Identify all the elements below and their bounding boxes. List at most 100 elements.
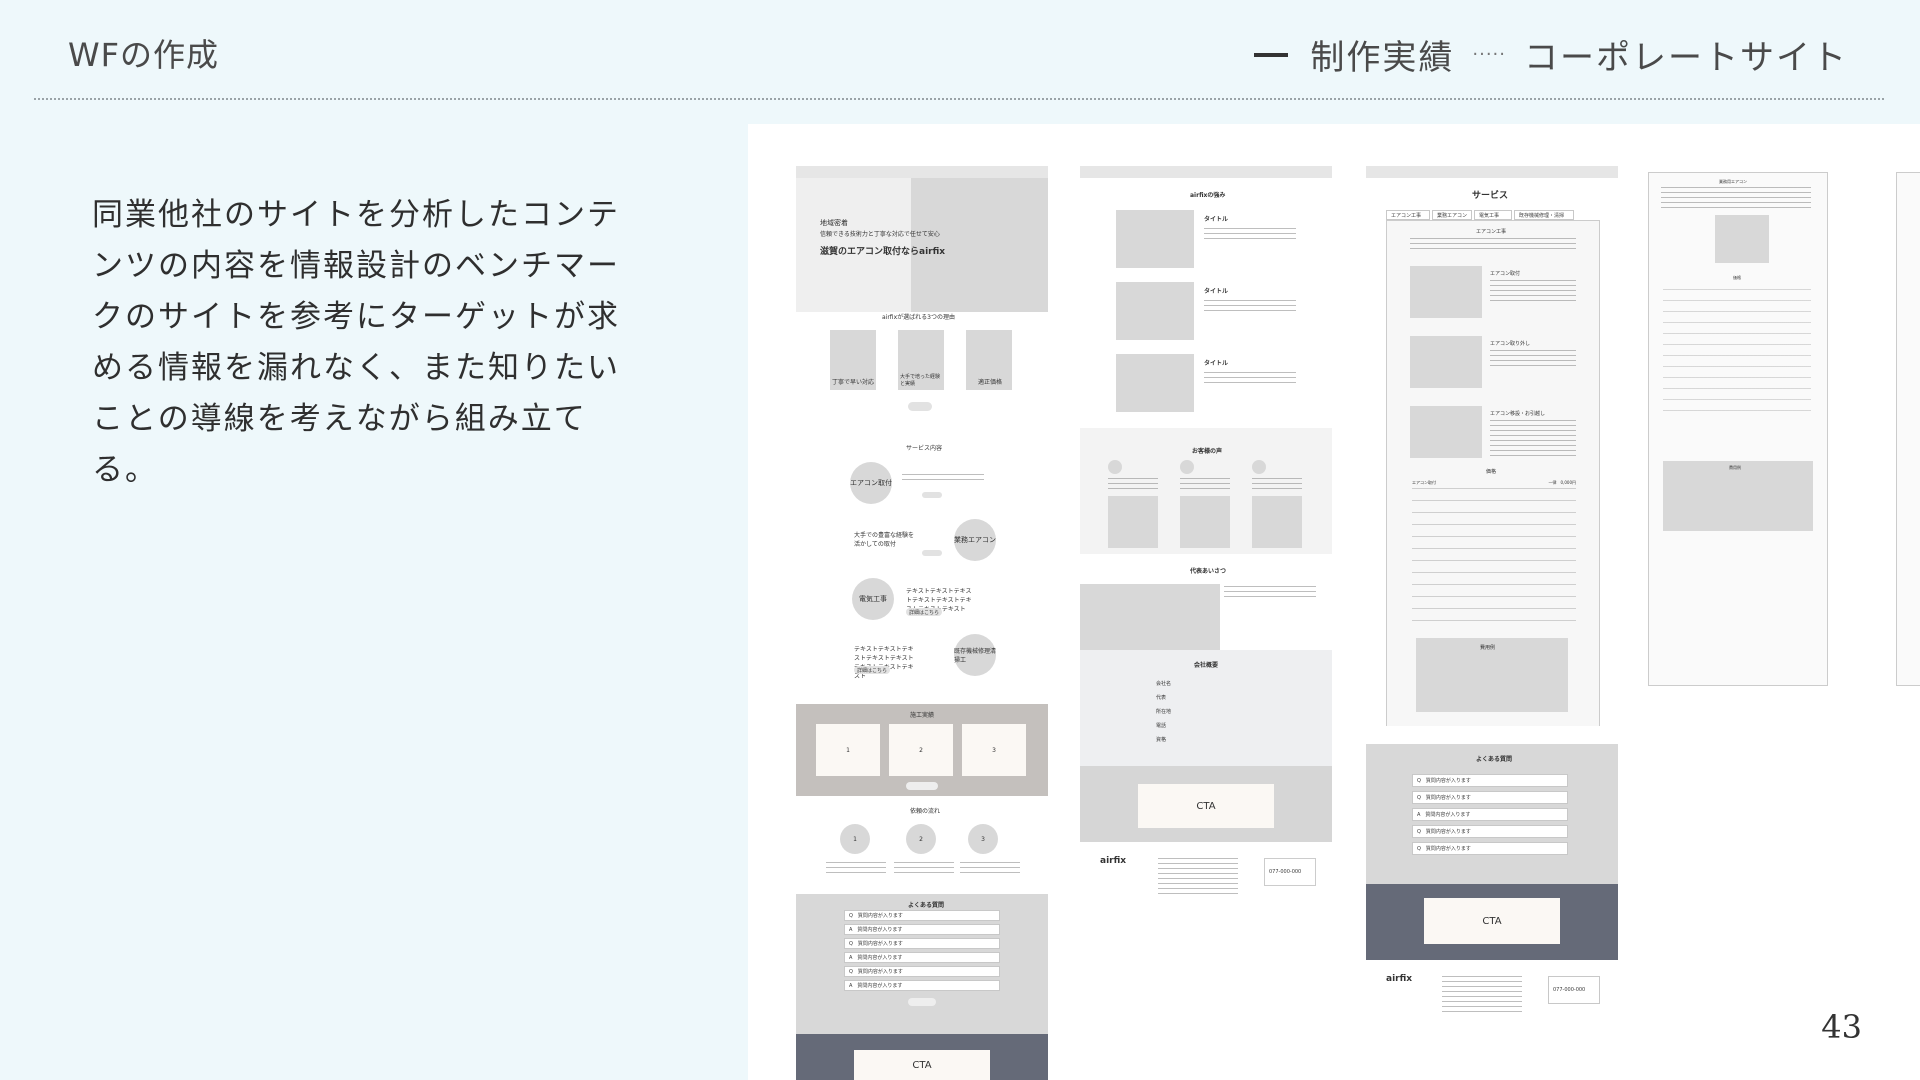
wf-faq-row[interactable]: A 質問内容が入ります (1412, 808, 1568, 821)
wf-service-tab[interactable] (1713, 172, 1743, 173)
wf-service-sub1: エアコン取付 (1490, 271, 1521, 277)
wf-faq-row[interactable]: A 質問内容が入ります (844, 980, 1000, 991)
wf-voice-image (1180, 496, 1230, 548)
wf-services-title: サービス内容 (906, 445, 943, 452)
wf-company-row: 所在地 (1156, 709, 1172, 715)
price-divider (1412, 512, 1576, 513)
wf-service-tab[interactable]: 既存機械修理・清掃 (1514, 210, 1574, 220)
wf-service-button[interactable] (922, 492, 942, 498)
wf-detail-button[interactable]: 詳細はこちら (854, 666, 890, 674)
wf-service2-cost (1663, 461, 1813, 531)
wf-item-title: タイトル (1204, 360, 1229, 367)
project-title: コーポレートサイト (1524, 38, 1848, 78)
page-number: 43 (1821, 1008, 1862, 1046)
price-divider (1412, 548, 1576, 549)
wf-reason1: 丁寧で早い対応 (832, 379, 875, 386)
wf-service2-cost-title: 費用例 (1729, 465, 1741, 470)
wf-price-title: 価格 (1486, 469, 1497, 475)
wf-service2-price-rows (1663, 289, 1811, 419)
wf-flow-text (960, 862, 1020, 874)
section-title: WFの作成 (68, 36, 220, 74)
wf-flow-text (894, 862, 954, 874)
wf-detail-button[interactable]: 詳細はこちら (906, 608, 942, 616)
wf-work-card: 2 (889, 724, 953, 776)
wf-service2-intro (1661, 187, 1811, 211)
wireframe-top: 地域密着 信頼できる技術力と丁寧な対応で任せて安心 滋賀のエアコン取付ならair… (796, 166, 1048, 1080)
wf-work-card: 3 (962, 724, 1026, 776)
wf-reason3: 適正価格 (978, 379, 1003, 386)
price-divider (1412, 584, 1576, 585)
wf-cta-box[interactable]: CTA (854, 1050, 990, 1080)
wf-item-text (1204, 228, 1296, 242)
wf-company-title: 会社概要 (1194, 662, 1219, 669)
wireframe-panel: 地域密着 信頼できる技術力と丁寧な対応で任せて安心 滋賀のエアコン取付ならair… (748, 124, 1920, 1080)
wf-navbar (1080, 166, 1332, 178)
wf-faq-row[interactable]: Q 質問内容が入ります (1412, 842, 1568, 855)
wf-service-page-title: サービス (1472, 191, 1509, 201)
dots-separator: ····· (1472, 44, 1506, 65)
wf-service-button[interactable] (922, 550, 942, 556)
wf-hero-small2: 信頼できる技術力と丁寧な対応で任せて安心 (820, 231, 940, 238)
wf-cta-box[interactable]: CTA (1138, 784, 1274, 828)
wf-strength-image (1116, 282, 1194, 340)
wf-price-item: エアコン取付 (1412, 480, 1436, 485)
wf-faq-row[interactable]: Q 質問内容が入ります (844, 910, 1000, 921)
wf-service-text (902, 474, 984, 484)
wf-footer-phone[interactable]: 077-000-000 (1548, 976, 1600, 1004)
wf-service-tab[interactable] (1649, 172, 1679, 173)
wf-service-section-title: エアコン工事 (1476, 229, 1507, 235)
wf-item-text (1204, 300, 1296, 314)
header-breadcrumb: 制作実績 ····· コーポレートサイト (1254, 30, 1848, 79)
price-divider (1412, 620, 1576, 621)
wf-voice-title: お客様の声 (1192, 448, 1223, 455)
wf-service-image (1410, 266, 1482, 318)
wf-faq-title: よくある質問 (1476, 756, 1513, 763)
wf-more-button[interactable] (908, 402, 932, 411)
wf-faq-row[interactable]: Q 質問内容が入ります (1412, 774, 1568, 787)
wf-service-tab[interactable] (1745, 172, 1785, 173)
wf-service-tab[interactable] (1681, 172, 1711, 173)
wf-item-text (1204, 372, 1296, 386)
wf-price-value: 一律 0,000円 (1548, 480, 1576, 485)
wf-footer-logo: airfix (1100, 856, 1127, 866)
wf-faq-row[interactable]: Q 質問内容が入ります (1412, 791, 1568, 804)
wf-item-title: タイトル (1204, 216, 1229, 223)
price-divider (1412, 536, 1576, 537)
wf-works-button[interactable] (906, 782, 938, 790)
wf-cost-title: 費用例 (1480, 645, 1496, 651)
wireframe-about: airfixの強み タイトル タイトル タイトル お客様の声 代表あいさつ 会社… (1080, 166, 1332, 846)
wf-service-circle: 電気工事 (852, 578, 894, 620)
wf-voice-avatar (1252, 460, 1266, 474)
wf-strength-image (1116, 354, 1194, 412)
wf-faq-row[interactable]: Q 質問内容が入ります (1412, 825, 1568, 838)
wf-company-row: 代表 (1156, 695, 1167, 701)
wf-strength-image (1116, 210, 1194, 268)
wf-faq-row[interactable]: Q 質問内容が入ります (844, 938, 1000, 949)
wf-work-card: 1 (816, 724, 880, 776)
wf-strength-title: airfixの強み (1190, 192, 1226, 199)
wf-faq-row[interactable]: Q 質問内容が入ります (844, 966, 1000, 977)
price-divider (1412, 488, 1576, 489)
wf-greeting-text (1224, 586, 1316, 600)
wf-service-tab[interactable]: 電気工事 (1474, 210, 1512, 220)
wf-voice-image (1108, 496, 1158, 548)
wf-faq-more-button[interactable] (908, 998, 936, 1006)
wf-service2-title: 業務用エアコン (1719, 179, 1747, 184)
wf-footer-phone[interactable]: 077-000-000 (1264, 858, 1316, 886)
dash-icon (1254, 52, 1289, 57)
wf-service-tab[interactable]: 業務エアコン (1432, 210, 1472, 220)
wf-reasons-title: airfixが選ばれる3つの理由 (882, 314, 955, 321)
wf-item-title: タイトル (1204, 288, 1229, 295)
wf-flow-step: 3 (968, 824, 998, 854)
price-divider (1412, 524, 1576, 525)
wf-company-row: 電話 (1156, 723, 1167, 729)
price-divider (1412, 596, 1576, 597)
wf-service-circle: 既存機械修理清掃工 (954, 634, 996, 676)
wf-faq-row[interactable]: A 質問内容が入ります (844, 924, 1000, 935)
wf-service-image (1410, 406, 1482, 458)
wf-reason2: 大手で培った経験と実績 (900, 374, 941, 387)
wf-cta-box[interactable]: CTA (1424, 898, 1560, 944)
wf-service-tab[interactable]: エアコン工事 (1386, 210, 1430, 220)
wireframe-service: サービス エアコン工事 業務エアコン 電気工事 既存機械修理・清掃 エアコン工事… (1366, 166, 1618, 726)
wf-faq-row[interactable]: A 質問内容が入ります (844, 952, 1000, 963)
